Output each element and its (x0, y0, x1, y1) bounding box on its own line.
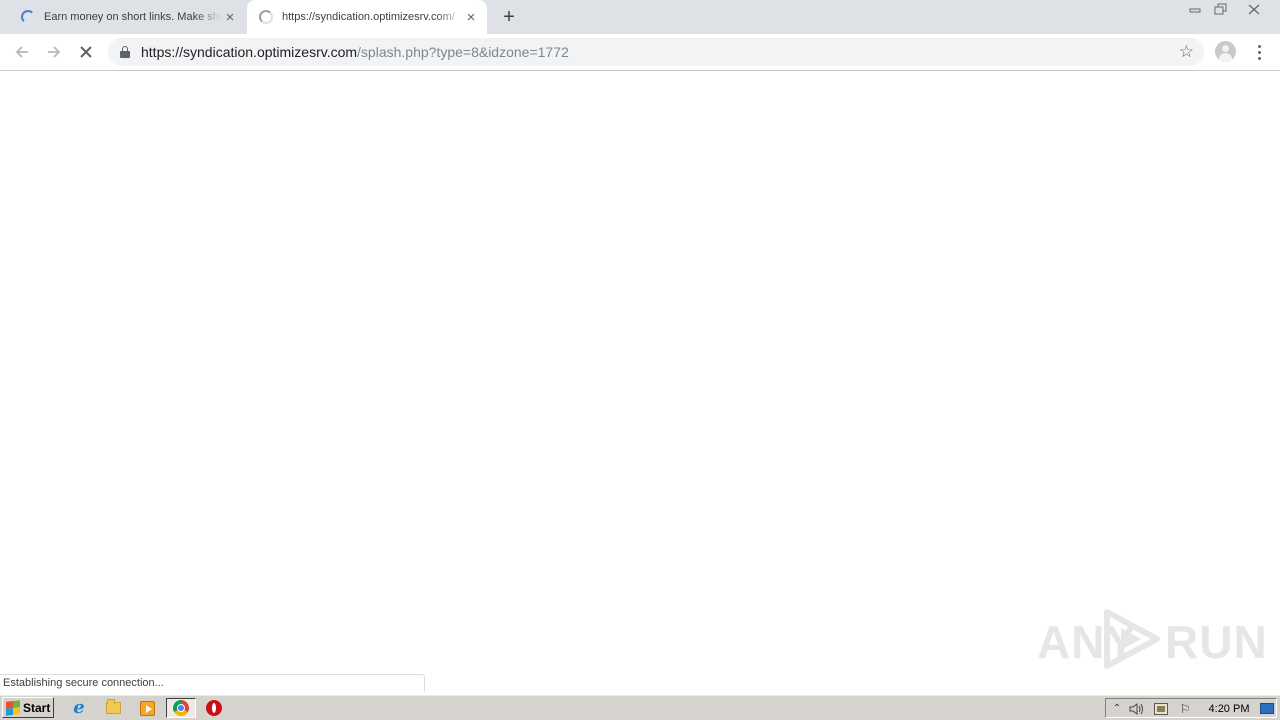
tab-title: https://syndication.optimizesrv.com/ (282, 11, 455, 23)
address-bar[interactable]: https://syndication.optimizesrv.com/spla… (108, 38, 1204, 66)
action-center-flag-icon[interactable]: ⚐ (1176, 700, 1194, 717)
system-tray: ⌃ ⚐ 4:20 PM (1105, 698, 1277, 718)
tab-earn-money[interactable]: Earn money on short links. Make sho × (8, 0, 246, 34)
taskbar: Start e ⌃ ⚐ 4:20 PM (0, 694, 1280, 720)
tab-close-icon[interactable]: × (463, 9, 479, 25)
start-label: Start (23, 700, 51, 715)
clock[interactable]: 4:20 PM (1204, 700, 1254, 717)
windows-logo-icon (6, 699, 20, 716)
screen: Earn money on short links. Make sho × ht… (0, 0, 1280, 720)
close-window-button[interactable] (1240, 1, 1268, 17)
opera-icon[interactable] (203, 698, 225, 718)
stop-icon (80, 46, 92, 58)
close-icon (1248, 4, 1260, 14)
tab-close-icon[interactable]: × (222, 9, 238, 25)
profile-avatar-icon[interactable] (1215, 41, 1236, 62)
show-hidden-icons-icon[interactable]: ⌃ (1111, 700, 1123, 717)
restore-icon (1214, 3, 1226, 15)
tab-syndication[interactable]: https://syndication.optimizesrv.com/ × (247, 0, 487, 34)
page-content (0, 72, 1280, 692)
url-host: https://syndication.optimizesrv.com (141, 44, 358, 60)
new-tab-button[interactable]: + (498, 6, 520, 28)
minimize-icon (1189, 8, 1201, 13)
anyrun-watermark: ANY RUN (1037, 608, 1267, 670)
play-logo-icon (1104, 609, 1160, 669)
loading-spinner-icon (259, 10, 273, 24)
tab-strip: Earn money on short links. Make sho × ht… (0, 0, 1280, 34)
media-player-icon[interactable] (136, 698, 158, 718)
arrow-right-icon (48, 46, 61, 58)
status-bubble: Establishing secure connection... (0, 674, 425, 692)
loading-spinner-icon (21, 10, 35, 24)
internet-explorer-icon[interactable]: e (68, 698, 90, 718)
volume-icon[interactable] (1128, 700, 1146, 717)
network-icon[interactable] (1152, 700, 1170, 717)
back-button[interactable] (10, 41, 34, 63)
watermark-right: RUN (1165, 616, 1268, 668)
url-text[interactable]: https://syndication.optimizesrv.com/spla… (141, 44, 569, 60)
browser-menu-icon[interactable] (1252, 41, 1266, 63)
bookmark-star-icon[interactable]: ☆ (1179, 42, 1194, 62)
browser-toolbar: https://syndication.optimizesrv.com/spla… (0, 34, 1280, 71)
chrome-icon[interactable] (166, 698, 196, 718)
restore-button[interactable] (1208, 1, 1232, 17)
windows-explorer-icon[interactable] (102, 698, 124, 718)
lock-icon[interactable] (120, 46, 130, 58)
tab-title: Earn money on short links. Make sho (44, 11, 222, 23)
forward-button[interactable] (42, 41, 66, 63)
minimize-button[interactable] (1183, 1, 1207, 17)
stop-loading-button[interactable] (74, 41, 98, 63)
start-button[interactable]: Start (2, 697, 54, 718)
arrow-left-icon (15, 46, 28, 58)
show-desktop-icon[interactable] (1259, 700, 1275, 717)
url-path: /splash.php?type=8&idzone=1772 (357, 44, 569, 60)
